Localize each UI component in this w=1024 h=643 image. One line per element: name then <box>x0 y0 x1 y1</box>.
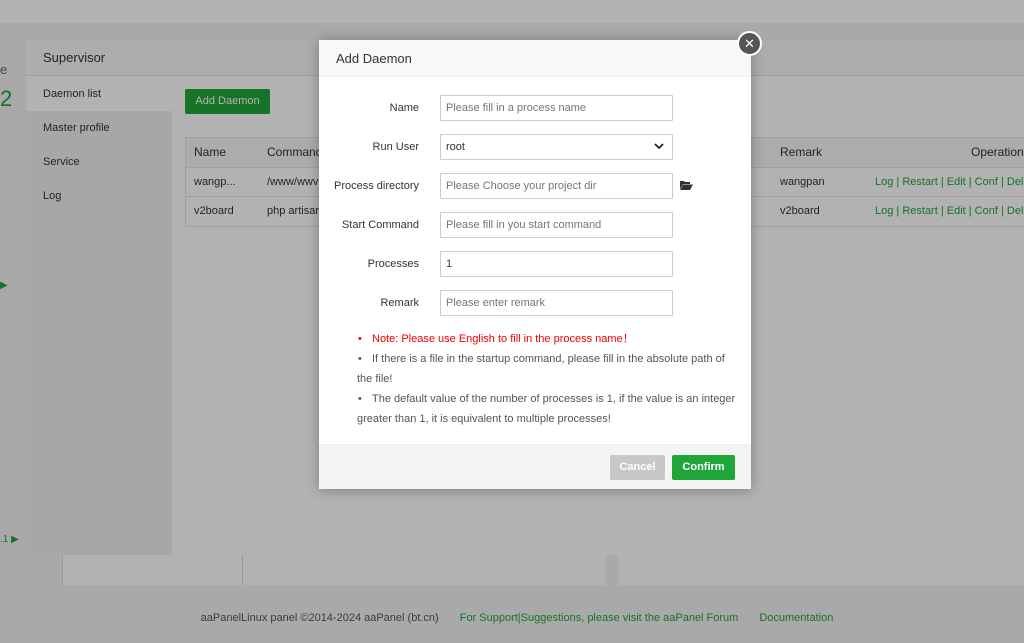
form-row-run-user: Run User root <box>319 134 751 160</box>
confirm-button[interactable]: Confirm <box>672 455 735 480</box>
chevron-down-icon <box>654 135 664 159</box>
process-directory-label: Process directory <box>334 180 419 192</box>
folder-open-icon[interactable] <box>680 179 693 190</box>
name-label: Name <box>389 102 419 114</box>
note-english-name: • Note: Please use English to fill in the… <box>358 333 634 345</box>
remark-label: Remark <box>380 297 419 309</box>
name-input[interactable] <box>440 95 673 121</box>
close-icon[interactable]: ✕ <box>737 31 762 56</box>
form-row-start-command: Start Command <box>319 212 751 238</box>
run-user-value: root <box>446 141 465 153</box>
processes-label: Processes <box>367 258 419 270</box>
cancel-button[interactable]: Cancel <box>610 455 665 480</box>
dialog-notes: • Note: Please use English to fill in the… <box>357 329 742 429</box>
form-row-processes: Processes <box>319 251 751 277</box>
form-row-process-directory: Process directory <box>319 173 751 199</box>
remark-input[interactable] <box>440 290 673 316</box>
note-process-count: • The default value of the number of proc… <box>357 393 736 425</box>
note-absolute-path: • If there is a file in the startup comma… <box>357 353 725 385</box>
form-row-remark: Remark <box>319 290 751 316</box>
dialog-footer: Cancel Confirm <box>319 444 751 489</box>
dialog-title: Add Daemon <box>319 40 751 77</box>
processes-input[interactable] <box>440 251 673 277</box>
form-row-name: Name <box>319 95 751 121</box>
add-daemon-dialog: Add Daemon Name Run User root Process di… <box>319 40 751 489</box>
process-directory-input[interactable] <box>440 173 673 199</box>
start-command-label: Start Command <box>341 219 419 231</box>
run-user-label: Run User <box>372 141 419 153</box>
start-command-input[interactable] <box>440 212 673 238</box>
run-user-select[interactable]: root <box>440 134 673 160</box>
